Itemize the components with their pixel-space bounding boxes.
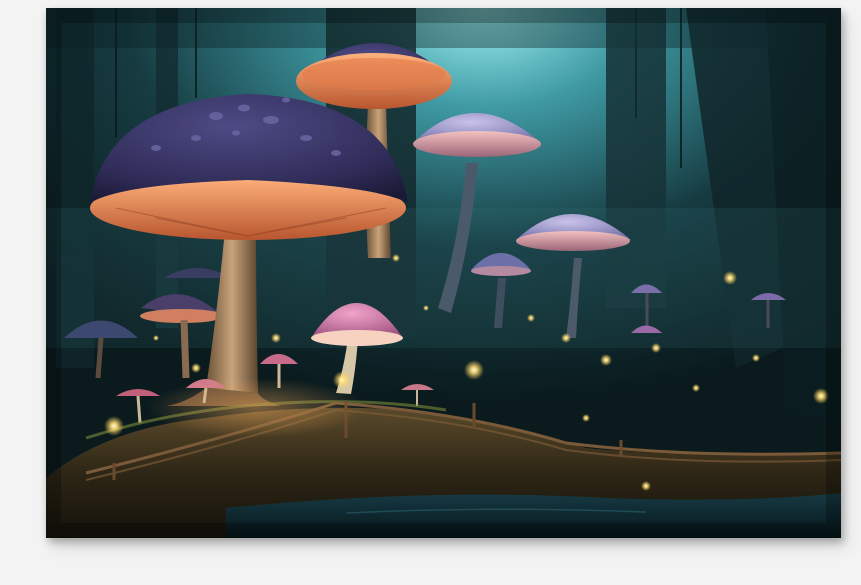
canvas-print-artwork — [46, 8, 841, 538]
mushroom-forest-painting — [46, 8, 841, 538]
